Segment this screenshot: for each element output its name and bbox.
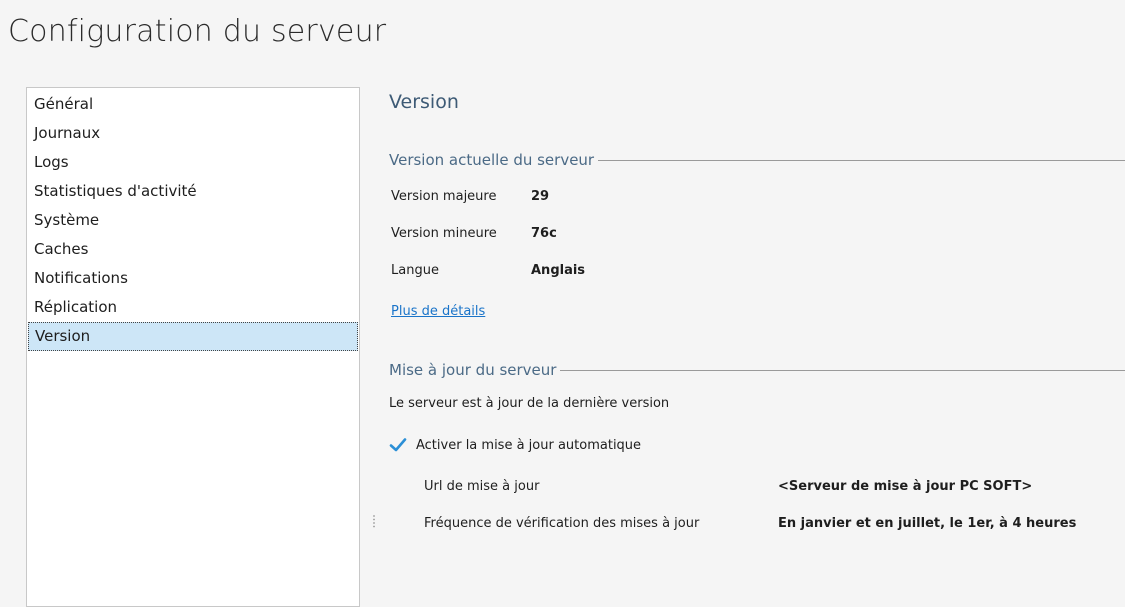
minor-version-value: 76c [531,226,557,241]
sidebar-item-notifications[interactable]: Notifications [28,264,358,293]
update-frequency-label: Fréquence de vérification des mises à jo… [424,516,700,531]
sidebar-item-logs[interactable]: Logs [28,148,358,177]
sidebar-item-journaux[interactable]: Journaux [28,119,358,148]
grip-handle-icon[interactable] [372,514,376,530]
update-group-header: Mise à jour du serveur [389,359,1125,381]
sidebar-item-systeme[interactable]: Système [28,206,358,235]
major-version-label: Version majeure [391,189,497,204]
current-version-group-header: Version actuelle du serveur [389,149,1125,171]
major-version-value: 29 [531,189,550,204]
current-version-header: Version actuelle du serveur [389,151,595,169]
update-status-text: Le serveur est à jour de la dernière ver… [389,396,670,411]
auto-update-label: Activer la mise à jour automatique [416,437,642,453]
sidebar-item-replication[interactable]: Réplication [28,293,358,322]
sidebar-item-statistiques[interactable]: Statistiques d'activité [28,177,358,206]
page-title: Configuration du serveur [8,14,387,49]
sidebar-nav: Général Journaux Logs Statistiques d'act… [26,87,360,607]
group-divider [560,369,1125,371]
auto-update-checkbox[interactable]: Activer la mise à jour automatique [388,436,641,454]
language-label: Langue [391,263,439,278]
update-url-label: Url de mise à jour [424,479,540,494]
sidebar-item-version[interactable]: Version [28,322,358,351]
more-details-link[interactable]: Plus de détails [391,304,485,319]
update-frequency-value: En janvier et en juillet, le 1er, à 4 he… [778,516,1077,531]
language-value: Anglais [531,263,586,278]
sidebar-item-general[interactable]: Général [28,90,358,119]
update-url-value: <Serveur de mise à jour PC SOFT> [778,479,1033,494]
minor-version-label: Version mineure [391,226,497,241]
checkmark-icon[interactable] [388,436,408,454]
sidebar-item-caches[interactable]: Caches [28,235,358,264]
update-header: Mise à jour du serveur [389,361,557,379]
section-title: Version [389,91,459,113]
group-divider [598,159,1125,161]
